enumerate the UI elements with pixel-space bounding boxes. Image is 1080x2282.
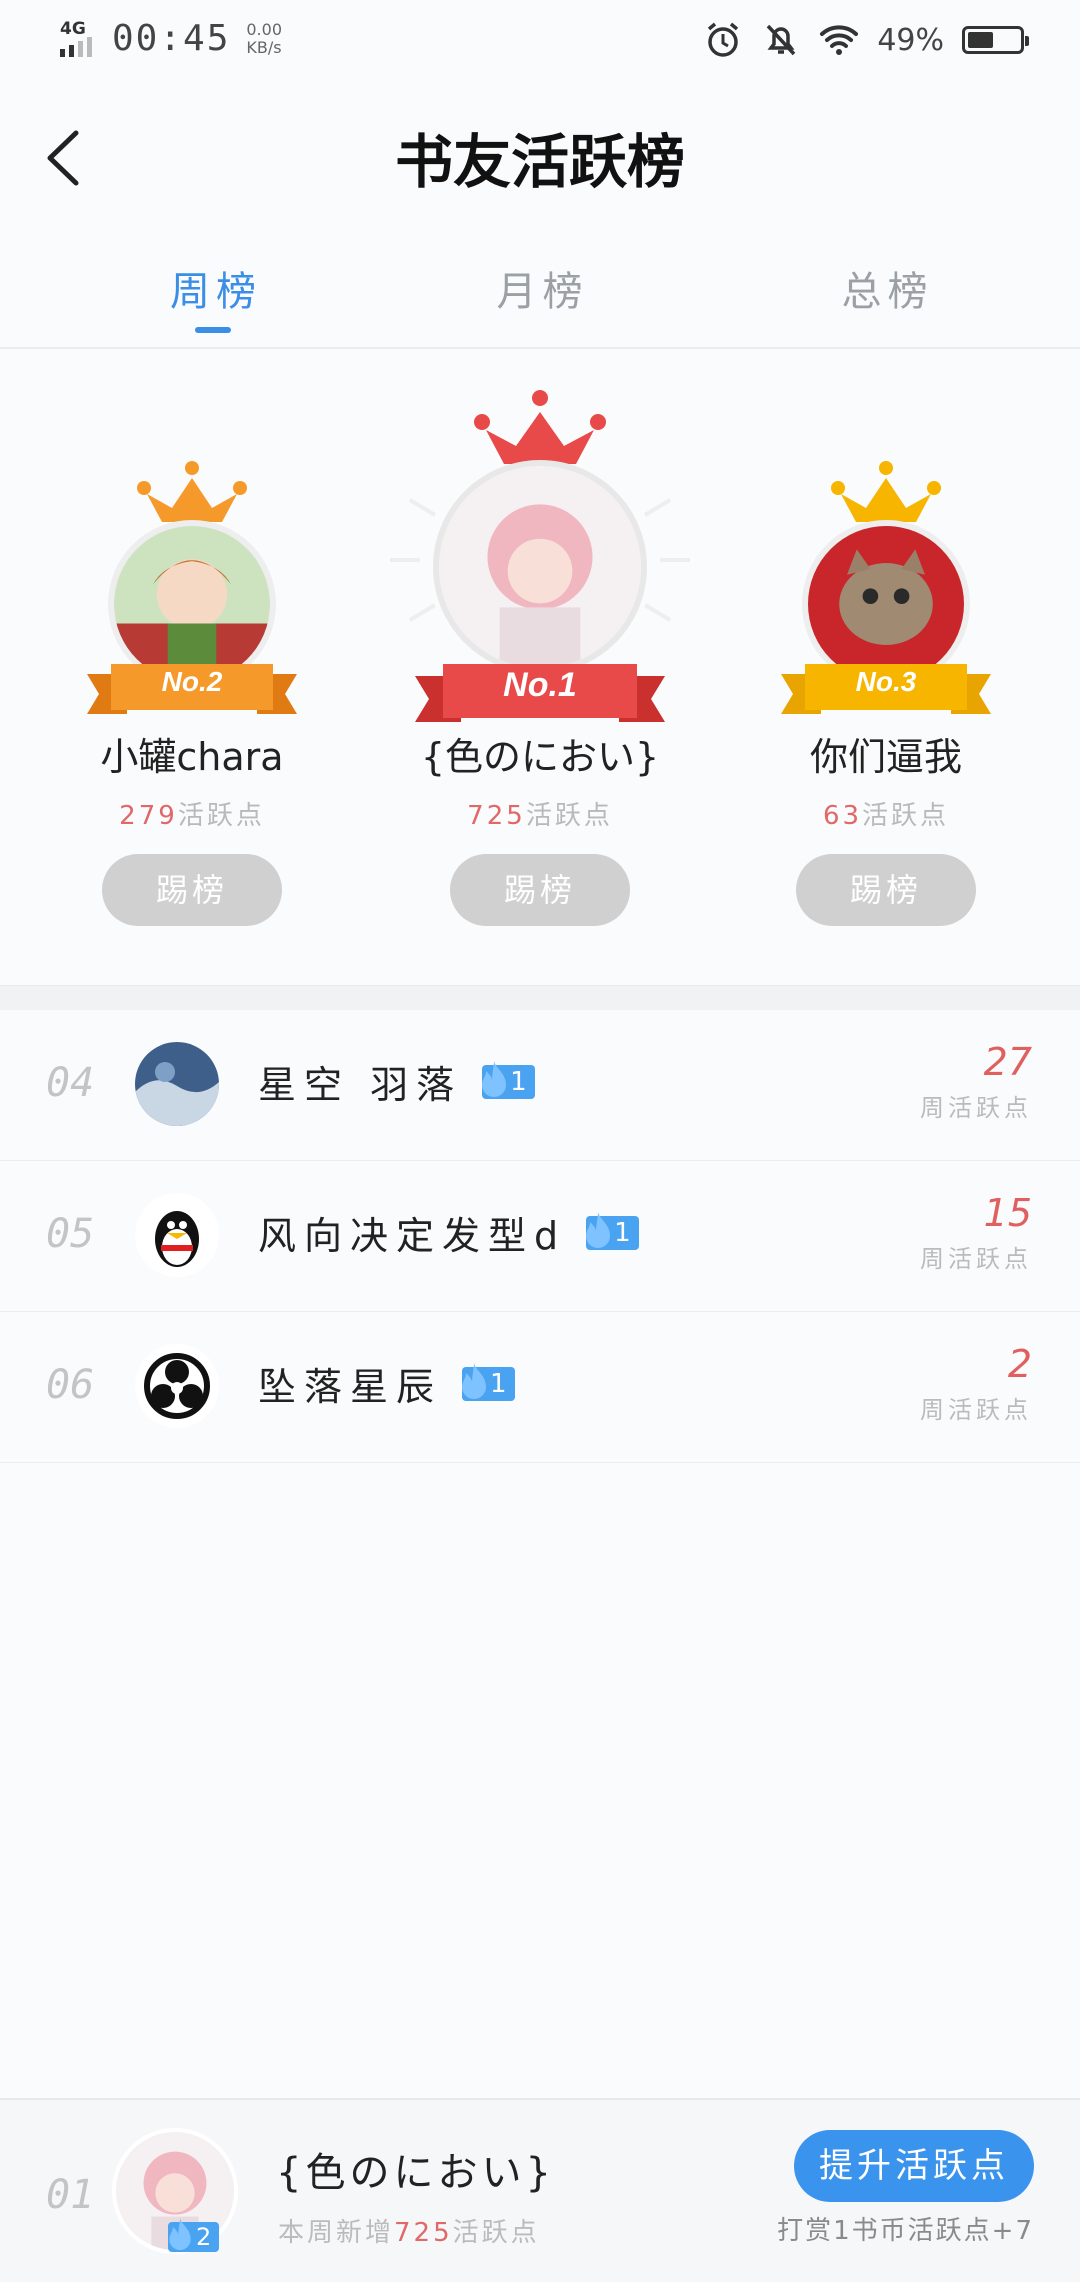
podium-points: 279活跃点 <box>119 801 265 831</box>
podium-points: 725活跃点 <box>467 801 613 831</box>
period-tabs: 周榜 月榜 总榜 <box>0 245 1080 349</box>
list-item[interactable]: 04 星空 羽落 1 27 周活跃点 <box>0 1010 1080 1161</box>
boost-activity-button[interactable]: 提升活跃点 <box>794 2130 1034 2202</box>
rank-number: 04 <box>46 1060 95 1106</box>
podium-first: No.1 {色のにおい} 725活跃点 踢榜 <box>390 390 690 926</box>
score: 2 周活跃点 <box>920 1342 1032 1424</box>
flame-icon <box>482 1060 507 1097</box>
score: 27 周活跃点 <box>920 1040 1032 1122</box>
flame-icon <box>462 1362 487 1399</box>
tab-total[interactable]: 总榜 <box>655 245 1080 347</box>
avatar[interactable] <box>135 1344 219 1428</box>
podium-name: 你们逼我 <box>809 735 962 779</box>
user-name: 风向决定发型d 1 <box>258 1205 639 1260</box>
app-header: 书友活跃榜 <box>0 95 1080 225</box>
page-title: 书友活跃榜 <box>394 128 685 196</box>
rank-number: 06 <box>46 1362 95 1408</box>
kick-button[interactable]: 踢榜 <box>450 854 630 926</box>
status-bar: 4G 00:45 0.00 KB/s 49% <box>0 0 1080 80</box>
flame-icon <box>169 2218 191 2250</box>
rank-number: 05 <box>46 1211 95 1257</box>
rank-label: No.1 <box>503 666 577 704</box>
network-type: 4G <box>60 18 86 39</box>
signal-icon: 4G <box>58 19 102 59</box>
battery-icon <box>962 26 1029 54</box>
flame-icon <box>586 1211 611 1248</box>
my-rank-bar: 01 2 {色のにおい} 本周新增725活跃点 提升活跃点 打赏1书币活跃点+7 <box>0 2098 1080 2282</box>
battery-percent: 49% <box>877 22 944 58</box>
top-three-podium: No.2 小罐chara 279活跃点 踢榜 No.1 {色のにおい} 725活… <box>0 350 1080 980</box>
user-name: 坠落星辰 1 <box>258 1356 515 1411</box>
ranking-list: 04 星空 羽落 1 27 周活跃点 05 风向决定发型d 1 15 周活跃点 … <box>0 1010 1080 1463</box>
reward-hint: 打赏1书币活跃点+7 <box>777 2216 1034 2246</box>
list-item[interactable]: 06 坠落星辰 1 2 周活跃点 <box>0 1312 1080 1463</box>
score: 15 周活跃点 <box>920 1191 1032 1273</box>
my-rank-number: 01 <box>46 2172 95 2218</box>
kick-button[interactable]: 踢榜 <box>102 854 282 926</box>
tab-monthly[interactable]: 月榜 <box>430 245 655 347</box>
kick-button[interactable]: 踢榜 <box>796 854 976 926</box>
user-name: 星空 羽落 1 <box>258 1054 535 1109</box>
podium-name: 小罐chara <box>100 735 284 779</box>
rank-label: No.3 <box>855 666 917 697</box>
clock: 00:45 <box>112 18 231 59</box>
my-level-badge: 2 <box>168 2218 220 2252</box>
level-badge: 1 <box>586 1211 639 1250</box>
rank-label: No.2 <box>161 666 223 697</box>
podium-second: No.2 小罐chara 279活跃点 踢榜 <box>72 460 312 926</box>
podium-third: No.3 你们逼我 63活跃点 踢榜 <box>766 460 1006 926</box>
podium-name: {色のにおい} <box>420 735 660 779</box>
avatar[interactable] <box>135 1193 219 1277</box>
tab-weekly[interactable]: 周榜 <box>0 245 430 347</box>
avatar[interactable] <box>433 460 647 674</box>
my-name: {色のにおい} <box>276 2150 555 2196</box>
level-badge: 1 <box>462 1362 515 1401</box>
list-item[interactable]: 05 风向决定发型d 1 15 周活跃点 <box>0 1161 1080 1312</box>
alarm-icon <box>708 22 739 57</box>
wifi-icon <box>820 25 859 55</box>
podium-points: 63活跃点 <box>822 801 950 831</box>
net-speed: 0.00 KB/s <box>246 19 282 57</box>
my-weekly-points: 本周新增725活跃点 <box>278 2218 540 2248</box>
mute-bell-icon <box>767 24 796 56</box>
level-badge: 1 <box>482 1060 535 1099</box>
crown-icon <box>474 390 606 464</box>
avatar[interactable] <box>135 1042 219 1126</box>
section-divider <box>0 985 1080 1010</box>
